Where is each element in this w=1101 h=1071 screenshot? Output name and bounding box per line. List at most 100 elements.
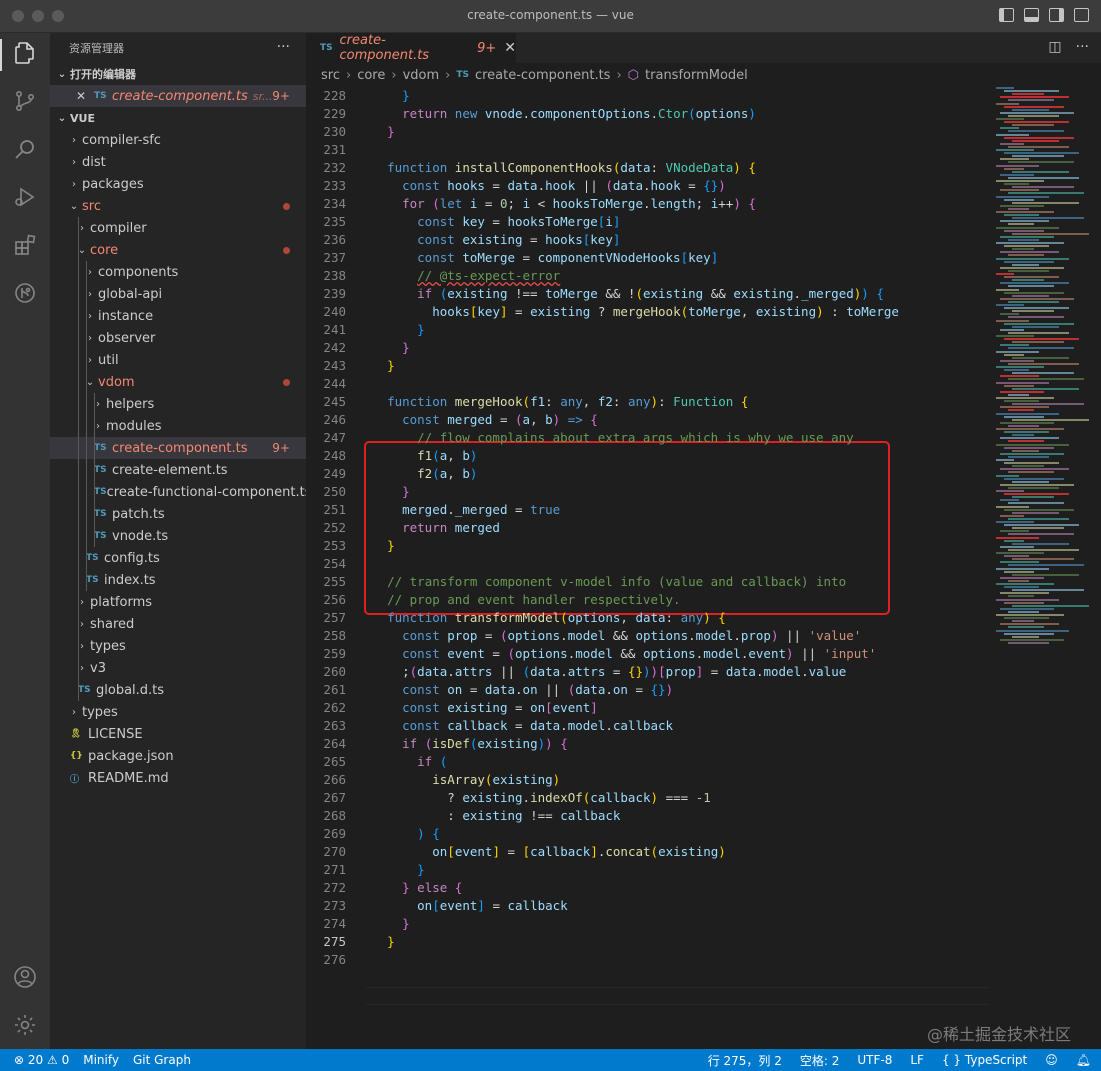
minify-button[interactable]: Minify: [83, 1053, 119, 1067]
tree-item[interactable]: › compiler-sfc: [50, 129, 306, 151]
tree-item[interactable]: ⌄ src: [50, 195, 306, 217]
code-token: ]: [477, 898, 485, 913]
encoding[interactable]: UTF-8: [857, 1053, 892, 1067]
settings-gear-icon[interactable]: [13, 1013, 37, 1037]
tree-item[interactable]: › shared: [50, 613, 306, 635]
tree-item[interactable]: {} package.json: [50, 745, 306, 767]
tree-item[interactable]: ⌄ vdom: [50, 371, 306, 393]
workspace-root[interactable]: ⌄ VUE: [50, 107, 306, 129]
code-token: =: [492, 412, 515, 427]
open-editor-item[interactable]: ✕ TS create-component.ts sr... 9+: [50, 85, 306, 107]
tree-item[interactable]: TS vnode.ts: [50, 525, 306, 547]
tree-item[interactable]: TS create-functional-component.ts: [50, 481, 312, 503]
split-editor-icon[interactable]: ◫: [1048, 39, 1061, 55]
git-graph-button[interactable]: Git Graph: [133, 1053, 191, 1067]
tree-item[interactable]: TS create-component.ts 9+: [50, 437, 306, 459]
chevron-right-icon: ›: [88, 266, 92, 278]
tree-item[interactable]: › packages: [50, 173, 306, 195]
code-token: ]: [499, 304, 508, 319]
minimap-line: [1000, 483, 1074, 486]
minimap-line: [1012, 480, 1049, 483]
breadcrumb-vdom[interactable]: vdom: [403, 68, 440, 83]
search-icon[interactable]: [13, 137, 37, 161]
tree-item-label: LICENSE: [88, 726, 143, 742]
tree-item[interactable]: › util: [50, 349, 306, 371]
tree-item[interactable]: › compiler: [50, 217, 306, 239]
tree-item-label: packages: [82, 176, 144, 192]
toggle-panel-icon[interactable]: [1024, 8, 1039, 22]
tree-item[interactable]: › instance: [50, 305, 306, 327]
tree-item[interactable]: › helpers: [50, 393, 306, 415]
source-control-icon[interactable]: [13, 89, 37, 113]
more-actions-icon[interactable]: ···: [1076, 39, 1089, 55]
code-token: ]: [710, 250, 719, 265]
indentation[interactable]: 空格: 2: [800, 1052, 840, 1069]
minimap-line: [1008, 502, 1064, 505]
indent-guide: [78, 415, 79, 437]
code-token: =: [484, 898, 508, 913]
open-editors-section[interactable]: ⌄ 打开的编辑器: [50, 63, 306, 85]
indent-guide: [78, 591, 79, 613]
tree-item[interactable]: › modules: [50, 415, 306, 437]
cursor-position[interactable]: 行 275，列 2: [708, 1052, 782, 1069]
code-token: ]: [612, 232, 621, 247]
breadcrumb-src[interactable]: src: [321, 68, 340, 83]
close-tab-icon[interactable]: ✕: [504, 40, 516, 56]
git-graph-icon[interactable]: [13, 281, 37, 305]
code-token: [: [680, 250, 689, 265]
breadcrumb-core[interactable]: core: [357, 68, 385, 83]
toggle-sidebar-icon[interactable]: [999, 8, 1014, 22]
tree-item[interactable]: › types: [50, 701, 306, 723]
tree-item[interactable]: ⓘ README.md: [50, 767, 306, 789]
run-debug-icon[interactable]: [13, 185, 37, 209]
minimap-line: [1000, 638, 1064, 641]
tree-item[interactable]: › observer: [50, 327, 306, 349]
tree-item[interactable]: › platforms: [50, 591, 306, 613]
code-token: const: [402, 700, 448, 715]
line-number: 234: [323, 196, 346, 211]
tree-item[interactable]: TS patch.ts: [50, 503, 306, 525]
close-editor-icon[interactable]: ✕: [76, 89, 94, 103]
language-mode[interactable]: { } TypeScript: [942, 1053, 1027, 1067]
tree-item[interactable]: TS global.d.ts: [50, 679, 306, 701]
tree-item[interactable]: › global-api: [50, 283, 306, 305]
minimap-line: [996, 490, 1024, 492]
breadcrumb-symbol[interactable]: transformModel: [645, 68, 748, 83]
minimap-line: [1000, 96, 1069, 99]
tree-item[interactable]: TS config.ts: [50, 547, 306, 569]
code-token: existing: [642, 286, 704, 301]
toggle-secondary-sidebar-icon[interactable]: [1049, 8, 1064, 22]
extensions-icon[interactable]: [13, 233, 37, 257]
end-of-line[interactable]: LF: [910, 1053, 924, 1067]
tree-item[interactable]: ⌄ core: [50, 239, 306, 261]
tree-item[interactable]: TS create-element.ts: [50, 459, 306, 481]
tree-item[interactable]: › dist: [50, 151, 306, 173]
feedback-icon[interactable]: ☺: [1045, 1053, 1058, 1067]
tree-item[interactable]: TS index.ts: [50, 569, 306, 591]
accounts-icon[interactable]: [13, 965, 37, 989]
tree-item[interactable]: › v3: [50, 657, 306, 679]
tab-create-component[interactable]: TS create-component.ts 9+ ✕: [306, 33, 516, 63]
breadcrumb-file[interactable]: create-component.ts: [475, 68, 611, 83]
tree-item[interactable]: › types: [50, 635, 306, 657]
indent-guide: [78, 635, 79, 657]
notifications-bell-icon[interactable]: 🔔︎: [1076, 1053, 1091, 1067]
explorer-icon[interactable]: [13, 41, 37, 65]
tree-item[interactable]: › components: [50, 261, 306, 283]
chevron-right-icon: ›: [96, 398, 100, 410]
code-token: (: [522, 664, 531, 679]
problems-indicator[interactable]: ⊗ 20 ⚠ 0: [14, 1053, 69, 1067]
code-line: 230 }: [306, 123, 394, 141]
customize-layout-icon[interactable]: [1074, 8, 1089, 22]
warning-count: 0: [61, 1053, 70, 1067]
code-token: data: [575, 682, 606, 697]
chevron-right-icon: ›: [80, 662, 84, 674]
line-number: 272: [323, 880, 346, 895]
code-token: {: [432, 826, 440, 841]
more-actions-icon[interactable]: ···: [277, 39, 290, 55]
minimap[interactable]: [996, 87, 1089, 647]
tree-item[interactable]: 🎗 LICENSE: [50, 723, 306, 745]
code-editor[interactable]: 228 } 229 return new vnode.componentOptio…: [306, 87, 992, 1049]
